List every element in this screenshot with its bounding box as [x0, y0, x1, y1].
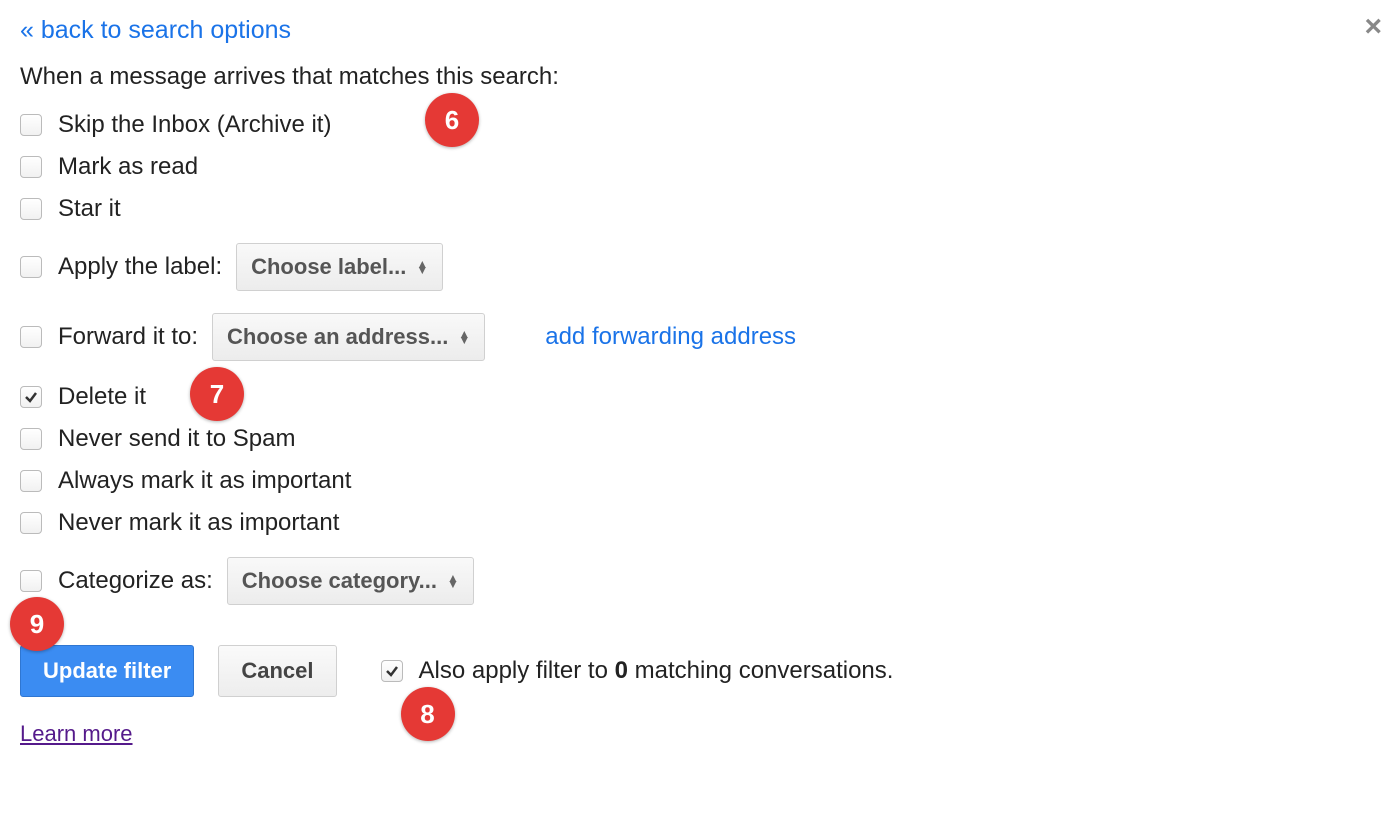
option-row-delete: Delete it 7	[20, 383, 1380, 411]
option-row-forward: Forward it to: Choose an address... ▲▼ a…	[20, 313, 1380, 361]
filter-intro-text: When a message arrives that matches this…	[20, 63, 1380, 91]
apply-label-text: Apply the label:	[58, 253, 222, 281]
add-forwarding-address-link[interactable]: add forwarding address	[545, 323, 796, 351]
never-important-label: Never mark it as important	[58, 509, 339, 537]
never-spam-label: Never send it to Spam	[58, 425, 295, 453]
skip-inbox-label: Skip the Inbox (Archive it)	[58, 111, 331, 139]
option-row-never-spam: Never send it to Spam	[20, 425, 1380, 453]
choose-address-select[interactable]: Choose an address... ▲▼	[212, 313, 485, 361]
select-arrows-icon: ▲▼	[458, 331, 470, 343]
update-filter-button[interactable]: Update filter	[20, 645, 194, 697]
close-icon[interactable]: ×	[1364, 12, 1382, 42]
choose-category-select-text: Choose category...	[242, 568, 437, 594]
categorize-label: Categorize as:	[58, 567, 213, 595]
also-apply-row: Also apply filter to 0 matching conversa…	[381, 657, 894, 685]
option-row-apply-label: Apply the label: Choose label... ▲▼	[20, 243, 1380, 291]
select-arrows-icon: ▲▼	[447, 575, 459, 587]
never-spam-checkbox[interactable]	[20, 428, 42, 450]
star-checkbox[interactable]	[20, 198, 42, 220]
apply-label-checkbox[interactable]	[20, 256, 42, 278]
never-important-checkbox[interactable]	[20, 512, 42, 534]
skip-inbox-checkbox[interactable]	[20, 114, 42, 136]
choose-label-select-text: Choose label...	[251, 254, 406, 280]
annotation-badge-9: 9	[10, 597, 64, 651]
also-apply-text: Also apply filter to 0 matching conversa…	[419, 657, 894, 685]
choose-label-select[interactable]: Choose label... ▲▼	[236, 243, 443, 291]
select-arrows-icon: ▲▼	[416, 261, 428, 273]
cancel-button[interactable]: Cancel	[218, 645, 336, 697]
option-row-star: Star it	[20, 195, 1380, 223]
categorize-checkbox[interactable]	[20, 570, 42, 592]
always-important-label: Always mark it as important	[58, 467, 351, 495]
learn-more-link[interactable]: Learn more	[20, 721, 133, 747]
also-apply-suffix: matching conversations.	[628, 657, 893, 684]
annotation-badge-6: 6	[425, 93, 479, 147]
annotation-badge-8: 8	[401, 687, 455, 741]
option-row-categorize: Categorize as: Choose category... ▲▼	[20, 557, 1380, 605]
actions-row: 9 Update filter Cancel Also apply filter…	[20, 645, 1380, 697]
also-apply-count: 0	[615, 657, 628, 684]
mark-read-checkbox[interactable]	[20, 156, 42, 178]
also-apply-checkbox[interactable]	[381, 660, 403, 682]
delete-label: Delete it	[58, 383, 146, 411]
choose-category-select[interactable]: Choose category... ▲▼	[227, 557, 474, 605]
always-important-checkbox[interactable]	[20, 470, 42, 492]
mark-read-label: Mark as read	[58, 153, 198, 181]
option-row-always-important: Always mark it as important	[20, 467, 1380, 495]
back-to-search-link[interactable]: « back to search options	[20, 16, 291, 45]
choose-address-select-text: Choose an address...	[227, 324, 448, 350]
delete-checkbox[interactable]	[20, 386, 42, 408]
forward-label: Forward it to:	[58, 323, 198, 351]
also-apply-prefix: Also apply filter to	[419, 657, 615, 684]
forward-checkbox[interactable]	[20, 326, 42, 348]
star-label: Star it	[58, 195, 121, 223]
annotation-badge-7: 7	[190, 367, 244, 421]
option-row-mark-read: Mark as read	[20, 153, 1380, 181]
option-row-never-important: Never mark it as important	[20, 509, 1380, 537]
option-row-skip-inbox: Skip the Inbox (Archive it) 6	[20, 111, 1380, 139]
